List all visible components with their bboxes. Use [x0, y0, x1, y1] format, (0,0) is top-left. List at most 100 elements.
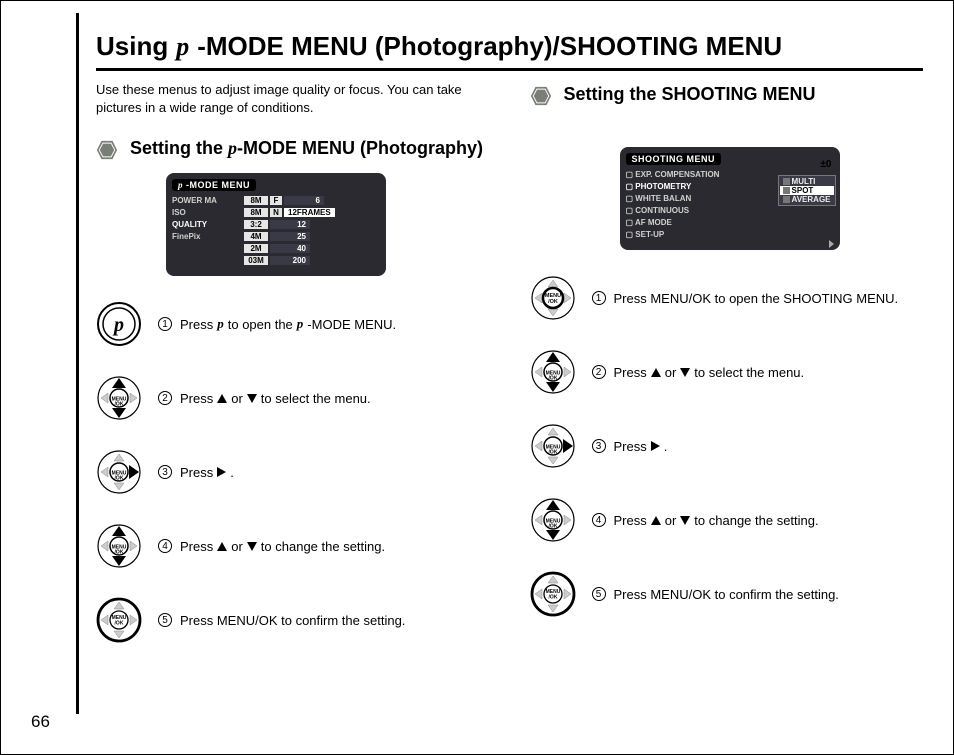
step-number-icon: 1: [592, 291, 606, 305]
lcd-title: p -MODE MENU: [172, 179, 256, 191]
step-dial: MENU/OK: [96, 597, 142, 643]
step-row: MENU/OK 5Press MENU/OK to confirm the set…: [530, 571, 924, 617]
dial-r-icon: MENU/OK: [530, 423, 576, 469]
f-mode-icon: p: [228, 138, 237, 158]
step-text: 3Press .: [592, 439, 668, 454]
lcd-quality-badge: N: [270, 208, 282, 217]
dial-f-icon: p: [96, 301, 142, 347]
step-number-icon: 2: [158, 391, 172, 405]
step-text: 2Press or to select the menu.: [592, 365, 805, 380]
photometry-popup: MULTISPOTAVERAGE: [778, 175, 836, 206]
lcd-frames-value: 6: [284, 196, 324, 205]
lcd-title: SHOOTING MENU: [626, 153, 722, 165]
lcd-row-label: ISO: [172, 208, 242, 217]
step-text: 1Press MENU/OK to open the SHOOTING MENU…: [592, 291, 899, 306]
right-section-heading-row: Setting the SHOOTING MENU: [530, 83, 924, 107]
step-dial: MENU/OK: [530, 349, 576, 395]
step-number-icon: 3: [592, 439, 606, 453]
lcd-frames-value: 12: [270, 220, 310, 229]
f-mode-icon: p: [217, 316, 224, 332]
step-dial: MENU/OK: [530, 423, 576, 469]
down-arrow-icon: [680, 368, 690, 377]
lcd-size-badge: 4M: [244, 232, 268, 241]
down-arrow-icon: [680, 516, 690, 525]
lcd-frames-value: 200: [270, 256, 310, 265]
lcd-row: FinePix4M25: [172, 230, 380, 242]
f-mode-icon: p: [178, 180, 183, 190]
left-heading: Setting the p-MODE MENU (Photography): [130, 137, 483, 160]
step-number-icon: 4: [592, 513, 606, 527]
step-row: MENU/OK 5Press MENU/OK to confirm the set…: [96, 597, 490, 643]
page-number: 66: [31, 712, 50, 732]
lcd-frames-value: 12FRAMES: [284, 208, 335, 217]
lcd-size-badge: 03M: [244, 256, 268, 265]
lcd-right-arrow-icon: [829, 240, 834, 248]
left-section-heading-row: Setting the p-MODE MENU (Photography): [96, 137, 490, 161]
step-row: MENU/OK 3Press .: [96, 449, 490, 495]
down-arrow-icon: [247, 542, 257, 551]
title-suffix: -MODE MENU (Photography)/SHOOTING MENU: [197, 31, 782, 62]
step-text: 5Press MENU/OK to confirm the setting.: [158, 613, 405, 628]
up-arrow-icon: [651, 516, 661, 525]
lcd-row-label: POWER MA: [172, 196, 242, 205]
step-dial: MENU/OK: [96, 449, 142, 495]
left-heading-suffix: -MODE MENU (Photography): [237, 138, 483, 158]
page-title-row: Using p -MODE MENU (Photography)/SHOOTIN…: [96, 31, 923, 71]
step-number-icon: 4: [158, 539, 172, 553]
step-row: MENU/OK4Press or to change the setting.: [530, 497, 924, 543]
step-number-icon: 5: [158, 613, 172, 627]
step-row: MENU/OK 2Press or to select the menu.: [96, 375, 490, 421]
lcd-frames-value: 40: [270, 244, 310, 253]
lcd-size-badge: 8M: [244, 208, 268, 217]
svg-text:/OK: /OK: [548, 299, 558, 305]
step-dial: MENU/OK: [96, 523, 142, 569]
svg-text:/OK: /OK: [548, 595, 557, 601]
dial-ok-ring-icon: MENU/OK: [530, 571, 576, 617]
right-heading: Setting the SHOOTING MENU: [564, 83, 816, 106]
left-steps: p1Press p to open the p-MODE MENU.MENU/O…: [96, 301, 490, 643]
dial-ud-icon: MENU/OK: [530, 349, 576, 395]
step-text: 1Press p to open the p-MODE MENU.: [158, 316, 396, 332]
lcd-row: QUALITY3:212: [172, 218, 380, 230]
lcd-row-label: FinePix: [172, 232, 242, 241]
lcd-quality-badge: F: [270, 196, 282, 205]
title-prefix: Using: [96, 31, 168, 62]
lcd-row: 2M40: [172, 242, 380, 254]
lcd-row-label: ▢ SET-UP: [626, 230, 746, 239]
lcd-size-badge: 8M: [244, 196, 268, 205]
lcd-row: ISO8MN12FRAMES: [172, 206, 380, 218]
svg-text:/OK: /OK: [115, 621, 124, 627]
step-row: MENU/OK 4Press or to change the setting.: [96, 523, 490, 569]
up-arrow-icon: [217, 394, 227, 403]
step-number-icon: 1: [158, 317, 172, 331]
hexagon-bullet-icon: [530, 85, 552, 107]
lcd-row: 03M200: [172, 254, 380, 266]
lcd-row-label: ▢ WHITE BALAN: [626, 194, 746, 203]
dial-ud-icon: MENU/OK: [96, 375, 142, 421]
lcd-row-label: ▢ EXP. COMPENSATION: [626, 170, 746, 179]
f-mode-lcd: p -MODE MENU POWER MA8MF6ISO8MN12FRAMESQ…: [166, 173, 386, 276]
step-number-icon: 2: [592, 365, 606, 379]
up-arrow-icon: [651, 368, 661, 377]
lcd-size-badge: 2M: [244, 244, 268, 253]
shooting-lcd: SHOOTING MENU ±0 ▢ EXP. COMPENSATION▢ PH…: [620, 147, 840, 250]
step-text: 3Press .: [158, 465, 234, 480]
exposure-value: ±0: [820, 159, 831, 170]
dial-ud-icon: MENU/OK: [530, 497, 576, 543]
step-dial: p: [96, 301, 142, 347]
lcd-row: ▢ AF MODE: [626, 216, 834, 228]
step-text: 5Press MENU/OK to confirm the setting.: [592, 587, 839, 602]
left-heading-prefix: Setting the: [130, 138, 228, 158]
popup-option: SPOT: [780, 186, 834, 195]
svg-text:p: p: [112, 314, 124, 336]
lcd-row-label: ▢ AF MODE: [626, 218, 746, 227]
lcd-row-label: ▢ CONTINUOUS: [626, 206, 746, 215]
lcd-frames-value: 25: [270, 232, 310, 241]
f-mode-icon: p: [297, 316, 304, 332]
step-text: 2Press or to select the menu.: [158, 391, 371, 406]
step-text: 4Press or to change the setting.: [158, 539, 385, 554]
lcd-row-label: QUALITY: [172, 220, 242, 229]
step-row: MENU/OK 2Press or to select the menu.: [530, 349, 924, 395]
lcd-row: ▢ SET-UP: [626, 228, 834, 240]
right-arrow-icon: [217, 467, 226, 477]
